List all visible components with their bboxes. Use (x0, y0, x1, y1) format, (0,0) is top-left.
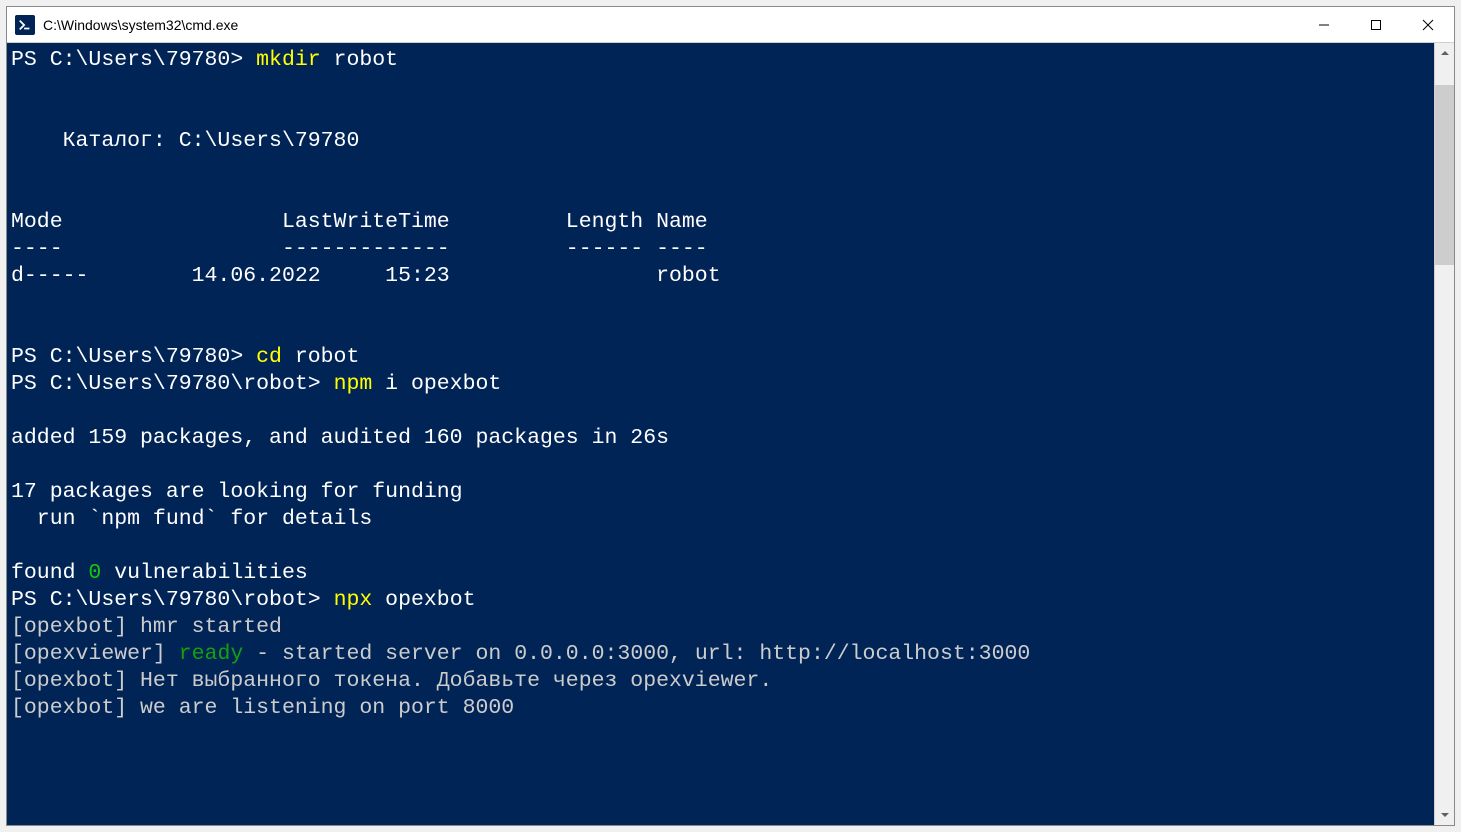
viewer-prefix: [opexviewer] (11, 642, 179, 666)
scrollbar[interactable] (1434, 43, 1454, 825)
scrollbar-down-arrow[interactable] (1435, 805, 1454, 825)
token-line: [opexbot] Нет выбранного токена. Добавьт… (11, 669, 772, 693)
terminal-wrapper: PS C:\Users\79780> mkdir robot Каталог: … (7, 43, 1454, 825)
arg-robot-2: robot (282, 345, 359, 369)
catalog-line: Каталог: C:\Users\79780 (11, 129, 359, 153)
arg-robot-1: robot (321, 48, 398, 72)
terminal-output[interactable]: PS C:\Users\79780> mkdir robot Каталог: … (7, 43, 1434, 825)
npm-added-line: added 159 packages, and audited 160 pack… (11, 426, 669, 450)
titlebar[interactable]: C:\Windows\system32\cmd.exe (7, 7, 1454, 43)
vuln-suffix: vulnerabilities (101, 561, 307, 585)
powershell-icon (15, 15, 35, 35)
viewer-suffix: - started server on 0.0.0.0:3000, url: h… (243, 642, 1030, 666)
table-header: Mode LastWriteTime Length Name (11, 210, 708, 234)
prompt-2: PS C:\Users\79780> (11, 345, 256, 369)
window-title: C:\Windows\system32\cmd.exe (43, 17, 1298, 33)
arg-npm: i opexbot (372, 372, 501, 396)
listen-line: [opexbot] we are listening on port 8000 (11, 696, 514, 720)
npm-funding-2: run `npm fund` for details (11, 507, 372, 531)
table-divider: ---- ------------- ------ ---- (11, 237, 708, 261)
prompt-1: PS C:\Users\79780> (11, 48, 256, 72)
scrollbar-thumb[interactable] (1435, 85, 1454, 265)
cmd-mkdir: mkdir (256, 48, 321, 72)
prompt-3: PS C:\Users\79780\robot> (11, 372, 334, 396)
maximize-button[interactable] (1350, 7, 1402, 42)
close-button[interactable] (1402, 7, 1454, 42)
vuln-prefix: found (11, 561, 88, 585)
hmr-line: [opexbot] hmr started (11, 615, 282, 639)
cmd-npm: npm (334, 372, 373, 396)
prompt-4: PS C:\Users\79780\robot> (11, 588, 334, 612)
scrollbar-up-arrow[interactable] (1435, 43, 1454, 63)
table-row: d----- 14.06.2022 15:23 robot (11, 264, 721, 288)
arg-npx: opexbot (372, 588, 475, 612)
npm-funding-1: 17 packages are looking for funding (11, 480, 463, 504)
viewer-ready: ready (179, 642, 244, 666)
minimize-button[interactable] (1298, 7, 1350, 42)
scrollbar-track[interactable] (1435, 63, 1454, 805)
cmd-window: C:\Windows\system32\cmd.exe PS C:\Users\… (6, 6, 1455, 826)
window-controls (1298, 7, 1454, 42)
vuln-zero: 0 (88, 561, 101, 585)
cmd-cd: cd (256, 345, 282, 369)
cmd-npx: npx (334, 588, 373, 612)
